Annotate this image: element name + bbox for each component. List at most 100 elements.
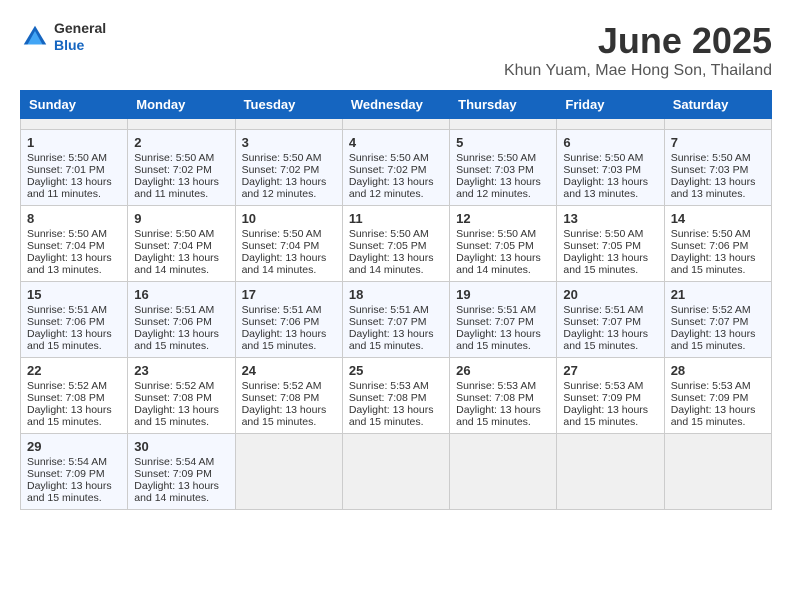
- daylight-text: Daylight: 13 hours and 15 minutes.: [563, 404, 657, 428]
- calendar-cell: [450, 119, 557, 130]
- sunset-text: Sunset: 7:09 PM: [134, 468, 228, 480]
- sunset-text: Sunset: 7:02 PM: [242, 164, 336, 176]
- calendar-cell: [664, 119, 771, 130]
- calendar-cell: [235, 434, 342, 510]
- day-number: 13: [563, 211, 657, 226]
- calendar-cell: 25Sunrise: 5:53 AMSunset: 7:08 PMDayligh…: [342, 358, 449, 434]
- sunset-text: Sunset: 7:09 PM: [563, 392, 657, 404]
- sunrise-text: Sunrise: 5:50 AM: [456, 228, 550, 240]
- sunrise-text: Sunrise: 5:51 AM: [349, 304, 443, 316]
- sunrise-text: Sunrise: 5:53 AM: [349, 380, 443, 392]
- sunset-text: Sunset: 7:01 PM: [27, 164, 121, 176]
- sunrise-text: Sunrise: 5:50 AM: [134, 228, 228, 240]
- day-number: 1: [27, 135, 121, 150]
- day-number: 8: [27, 211, 121, 226]
- daylight-text: Daylight: 13 hours and 15 minutes.: [134, 404, 228, 428]
- sunrise-text: Sunrise: 5:50 AM: [242, 228, 336, 240]
- calendar-cell: 8Sunrise: 5:50 AMSunset: 7:04 PMDaylight…: [21, 206, 128, 282]
- daylight-text: Daylight: 13 hours and 15 minutes.: [27, 328, 121, 352]
- daylight-text: Daylight: 13 hours and 14 minutes.: [242, 252, 336, 276]
- daylight-text: Daylight: 13 hours and 15 minutes.: [671, 252, 765, 276]
- calendar-cell: 30 Sunrise: 5:54 AMSunset: 7:09 PMDayligh…: [128, 434, 235, 510]
- calendar-cell: [557, 119, 664, 130]
- day-number: 11: [349, 211, 443, 226]
- day-number: 14: [671, 211, 765, 226]
- calendar-cell: 27Sunrise: 5:53 AMSunset: 7:09 PMDayligh…: [557, 358, 664, 434]
- day-number: 23: [134, 363, 228, 378]
- day-number: 2: [134, 135, 228, 150]
- col-header-friday: Friday: [557, 91, 664, 119]
- calendar-cell: [21, 119, 128, 130]
- sunrise-text: Sunrise: 5:51 AM: [134, 304, 228, 316]
- day-number: 30: [134, 439, 228, 454]
- day-number: 3: [242, 135, 336, 150]
- sunrise-text: Sunrise: 5:52 AM: [134, 380, 228, 392]
- daylight-text: Daylight: 13 hours and 11 minutes.: [27, 176, 121, 200]
- daylight-text: Daylight: 13 hours and 14 minutes.: [134, 252, 228, 276]
- month-title: June 2025: [504, 20, 772, 62]
- sunset-text: Sunset: 7:03 PM: [456, 164, 550, 176]
- calendar-cell: 29Sunrise: 5:54 AMSunset: 7:09 PMDayligh…: [21, 434, 128, 510]
- sunrise-text: Sunrise: 5:53 AM: [563, 380, 657, 392]
- sunset-text: Sunset: 7:06 PM: [134, 316, 228, 328]
- sunset-text: Sunset: 7:02 PM: [134, 164, 228, 176]
- daylight-text: Daylight: 13 hours and 15 minutes.: [349, 404, 443, 428]
- sunset-text: Sunset: 7:05 PM: [456, 240, 550, 252]
- sunrise-text: Sunrise: 5:50 AM: [456, 152, 550, 164]
- sunrise-text: Sunrise: 5:54 AM: [134, 456, 228, 468]
- sunrise-text: Sunrise: 5:52 AM: [671, 304, 765, 316]
- col-header-saturday: Saturday: [664, 91, 771, 119]
- title-section: June 2025 Khun Yuam, Mae Hong Son, Thail…: [504, 20, 772, 80]
- calendar-cell: 7Sunrise: 5:50 AMSunset: 7:03 PMDaylight…: [664, 130, 771, 206]
- calendar-cell: 2Sunrise: 5:50 AMSunset: 7:02 PMDaylight…: [128, 130, 235, 206]
- logo-icon: [20, 22, 50, 52]
- calendar-cell: 16Sunrise: 5:51 AMSunset: 7:06 PMDayligh…: [128, 282, 235, 358]
- calendar-cell: 13Sunrise: 5:50 AMSunset: 7:05 PMDayligh…: [557, 206, 664, 282]
- calendar-cell: 24Sunrise: 5:52 AMSunset: 7:08 PMDayligh…: [235, 358, 342, 434]
- daylight-text: Daylight: 13 hours and 15 minutes.: [27, 480, 121, 504]
- daylight-text: Daylight: 13 hours and 15 minutes.: [671, 328, 765, 352]
- sunrise-text: Sunrise: 5:50 AM: [27, 228, 121, 240]
- sunset-text: Sunset: 7:07 PM: [563, 316, 657, 328]
- calendar-cell: 21Sunrise: 5:52 AMSunset: 7:07 PMDayligh…: [664, 282, 771, 358]
- sunset-text: Sunset: 7:08 PM: [242, 392, 336, 404]
- day-number: 5: [456, 135, 550, 150]
- sunrise-text: Sunrise: 5:51 AM: [563, 304, 657, 316]
- sunset-text: Sunset: 7:09 PM: [671, 392, 765, 404]
- day-number: 28: [671, 363, 765, 378]
- sunrise-text: Sunrise: 5:50 AM: [349, 152, 443, 164]
- sunrise-text: Sunrise: 5:50 AM: [27, 152, 121, 164]
- sunset-text: Sunset: 7:03 PM: [671, 164, 765, 176]
- sunrise-text: Sunrise: 5:50 AM: [671, 228, 765, 240]
- day-number: 22: [27, 363, 121, 378]
- calendar-cell: [235, 119, 342, 130]
- calendar-week-row: 1Sunrise: 5:50 AMSunset: 7:01 PMDaylight…: [21, 130, 772, 206]
- day-number: 7: [671, 135, 765, 150]
- calendar-table: SundayMondayTuesdayWednesdayThursdayFrid…: [20, 90, 772, 510]
- daylight-text: Daylight: 13 hours and 15 minutes.: [456, 404, 550, 428]
- day-number: 16: [134, 287, 228, 302]
- calendar-cell: [664, 434, 771, 510]
- sunset-text: Sunset: 7:06 PM: [242, 316, 336, 328]
- sunset-text: Sunset: 7:05 PM: [563, 240, 657, 252]
- sunset-text: Sunset: 7:05 PM: [349, 240, 443, 252]
- sunset-text: Sunset: 7:03 PM: [563, 164, 657, 176]
- calendar-week-row: 8Sunrise: 5:50 AMSunset: 7:04 PMDaylight…: [21, 206, 772, 282]
- day-number: 21: [671, 287, 765, 302]
- daylight-text: Daylight: 13 hours and 14 minutes.: [134, 480, 228, 504]
- day-number: 12: [456, 211, 550, 226]
- location-title: Khun Yuam, Mae Hong Son, Thailand: [504, 62, 772, 80]
- sunset-text: Sunset: 7:08 PM: [27, 392, 121, 404]
- sunrise-text: Sunrise: 5:53 AM: [456, 380, 550, 392]
- sunrise-text: Sunrise: 5:50 AM: [242, 152, 336, 164]
- calendar-cell: 11Sunrise: 5:50 AMSunset: 7:05 PMDayligh…: [342, 206, 449, 282]
- calendar-week-row: 22 Sunrise: 5:52 AM Sunset: 7:08 PM Dayligh…: [21, 358, 772, 434]
- col-header-monday: Monday: [128, 91, 235, 119]
- daylight-text: Daylight: 13 hours and 15 minutes.: [563, 328, 657, 352]
- calendar-cell: 19Sunrise: 5:51 AMSunset: 7:07 PMDayligh…: [450, 282, 557, 358]
- daylight-text: Daylight: 13 hours and 14 minutes.: [456, 252, 550, 276]
- sunset-text: Sunset: 7:07 PM: [349, 316, 443, 328]
- page-header: General Blue June 2025 Khun Yuam, Mae Ho…: [20, 20, 772, 80]
- sunset-text: Sunset: 7:04 PM: [27, 240, 121, 252]
- daylight-text: Daylight: 13 hours and 14 minutes.: [349, 252, 443, 276]
